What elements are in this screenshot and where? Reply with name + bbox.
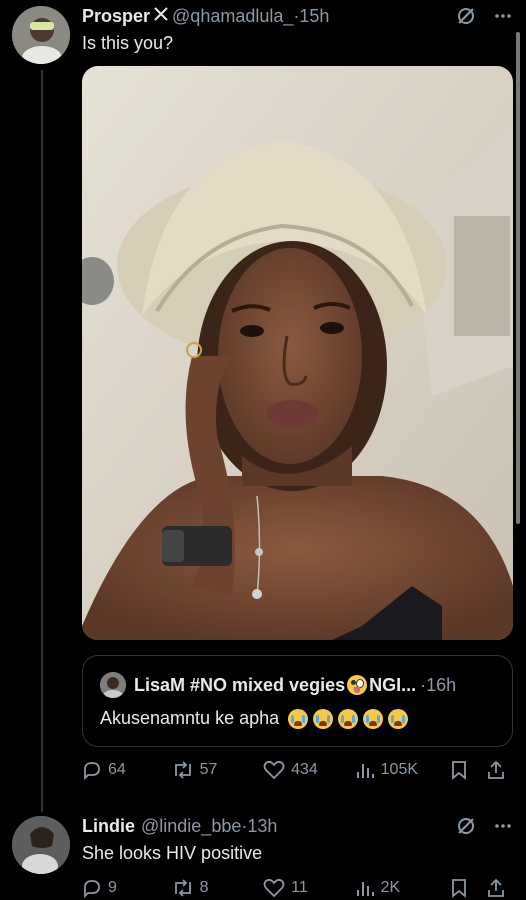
loudly-crying-emoji — [363, 708, 384, 729]
quoted-text: Akusenamntu ke apha — [100, 708, 409, 729]
zany-face-emoji — [347, 675, 368, 695]
author-handle[interactable]: @qhamadlula_ — [172, 6, 293, 27]
like-count: 11 — [291, 879, 308, 896]
repost-count: 57 — [199, 761, 218, 778]
timestamp[interactable]: 15h — [299, 6, 329, 27]
views-count: 2K — [380, 879, 401, 896]
quoted-avatar — [100, 672, 126, 698]
grok-icon[interactable] — [456, 6, 476, 26]
author-name[interactable]: Prosper — [82, 6, 150, 27]
tweet-lindie[interactable]: Lindie @lindie_bbe · 13h She looks HIV p… — [0, 810, 526, 898]
share-button[interactable] — [486, 878, 512, 898]
more-icon[interactable] — [494, 823, 512, 829]
repost-icon — [174, 761, 191, 779]
more-icon[interactable] — [494, 13, 512, 19]
tweet-photo[interactable] — [82, 66, 513, 640]
quoted-timestamp: 16h — [426, 674, 457, 695]
bookmark-icon — [452, 879, 467, 898]
author-name[interactable]: Lindie — [82, 816, 135, 837]
views-button[interactable]: 105K — [355, 760, 451, 780]
tweet-prosper[interactable]: Prosper @qhamadlula_ · 15h Is this you? — [0, 0, 526, 790]
avatar[interactable] — [12, 6, 70, 64]
like-icon — [263, 760, 285, 780]
bookmark-button[interactable] — [450, 878, 486, 898]
views-count: 105K — [380, 761, 419, 778]
timestamp[interactable]: 13h — [247, 816, 277, 837]
avatar[interactable] — [12, 816, 70, 874]
bookmark-button[interactable] — [450, 760, 486, 780]
quoted-text-content: Akusenamntu ke apha — [100, 708, 280, 728]
reply-count: 64 — [108, 761, 126, 778]
x-verified-icon — [154, 7, 168, 25]
quoted-tweet-header: LisaM #NO mixed vegies NGI... · 16h — [100, 672, 500, 698]
like-icon — [263, 878, 285, 898]
quoted-author-name-suffix: NGI... — [369, 674, 417, 695]
reply-count: 9 — [108, 879, 117, 896]
reply-button[interactable]: 64 — [82, 760, 172, 780]
action-bar: 9 8 11 2K — [82, 876, 512, 900]
bookmark-icon — [452, 761, 467, 780]
grok-icon[interactable] — [456, 816, 476, 836]
views-icon — [356, 764, 374, 778]
share-icon — [488, 878, 504, 897]
share-icon — [488, 760, 504, 779]
reply-button[interactable]: 9 — [82, 878, 172, 898]
author-handle[interactable]: @lindie_bbe — [141, 816, 241, 837]
tweet-header: Lindie @lindie_bbe · 13h — [82, 813, 512, 839]
tweet-header: Prosper @qhamadlula_ · 15h — [82, 3, 512, 29]
reply-icon — [84, 880, 100, 898]
loudly-crying-emoji — [388, 708, 409, 729]
share-button[interactable] — [486, 760, 512, 780]
loudly-crying-emoji — [313, 708, 334, 729]
repost-count: 8 — [199, 879, 209, 896]
quoted-author-name: LisaM #NO mixed vegies — [134, 674, 346, 695]
repost-button[interactable]: 57 — [172, 760, 264, 780]
loudly-crying-emoji — [288, 708, 309, 729]
tweet-text: Is this you? — [82, 33, 174, 53]
loudly-crying-emoji — [338, 708, 359, 729]
tweet-text: She looks HIV positive — [82, 843, 263, 863]
like-count: 434 — [291, 761, 318, 778]
views-icon — [356, 882, 374, 896]
quoted-tweet[interactable]: LisaM #NO mixed vegies NGI... · 16h Akus… — [82, 655, 513, 747]
views-button[interactable]: 2K — [355, 878, 451, 898]
repost-button[interactable]: 8 — [172, 878, 264, 898]
like-button[interactable]: 434 — [263, 760, 355, 780]
like-button[interactable]: 11 — [263, 878, 355, 898]
repost-icon — [174, 879, 191, 897]
action-bar: 64 57 434 105K — [82, 758, 512, 782]
reply-icon — [84, 762, 100, 780]
